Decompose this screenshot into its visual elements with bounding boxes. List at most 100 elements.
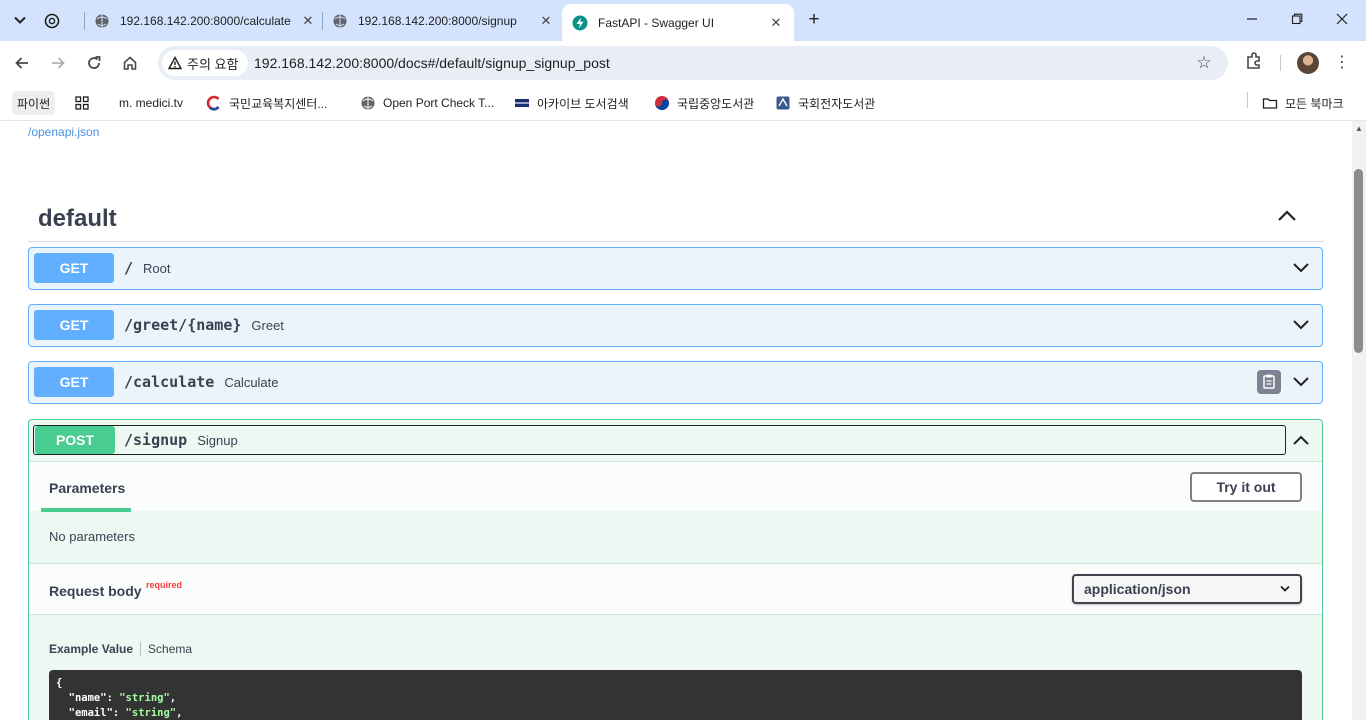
bookmark-archive-search[interactable]: 아카이브 도서검색 (514, 91, 629, 115)
fastapi-icon (572, 15, 588, 30)
operation-description: Signup (197, 433, 238, 448)
back-button[interactable] (10, 51, 34, 75)
minimize-button[interactable] (1242, 10, 1262, 30)
close-icon[interactable]: ✕ (300, 13, 316, 29)
bookmark-star-icon[interactable]: ☆ (1194, 53, 1214, 73)
tab-swagger[interactable]: FastAPI - Swagger UI ✕ (562, 4, 794, 41)
operation-summary[interactable]: GET /greet/{name} Greet (29, 305, 1322, 346)
address-bar[interactable]: 주의 요함 192.168.142.200:8000/docs#/default… (158, 46, 1228, 80)
globe-icon (361, 96, 375, 110)
bookmark-welfare-center[interactable]: 국민교육복지센터... (206, 91, 327, 115)
home-button[interactable] (118, 51, 142, 75)
section-title[interactable]: default (38, 205, 117, 233)
copy-path-button[interactable] (1257, 370, 1281, 394)
operation-path: /signup Signup (124, 431, 238, 449)
chevron-up-icon[interactable] (1276, 207, 1298, 223)
home-icon (123, 56, 137, 70)
profile-avatar[interactable] (1297, 52, 1319, 74)
scroll-up-arrow-icon[interactable]: ▲ (1353, 124, 1365, 134)
chevron-up-icon[interactable] (1292, 433, 1310, 447)
code-key: "name": (56, 692, 120, 704)
forward-button[interactable] (46, 51, 70, 75)
parameters-tab[interactable]: Parameters (49, 480, 125, 496)
window-close-button[interactable] (1332, 10, 1352, 30)
bookmark-medici[interactable]: m. medici.tv (119, 91, 183, 115)
operation-description: Root (143, 261, 171, 276)
code-brace: { (56, 677, 63, 689)
parameters-header: Parameters Try it out (29, 461, 1322, 512)
bookmarks-separator (1247, 92, 1248, 108)
active-tab-indicator (41, 508, 131, 512)
bookmark-label: 아카이브 도서검색 (537, 96, 629, 111)
close-icon[interactable]: ✕ (768, 15, 784, 31)
reload-button[interactable] (82, 51, 106, 75)
bookmark-label: 국민교육복지센터... (229, 96, 328, 111)
chevron-down-icon[interactable] (1292, 318, 1310, 332)
chevron-down-icon[interactable] (1292, 261, 1310, 275)
bookmark-open-port-check[interactable]: Open Port Check T... (360, 91, 494, 115)
tab-separator (84, 12, 85, 30)
archive-flag-icon (515, 99, 529, 107)
browser-toolbar: 주의 요함 192.168.142.200:8000/docs#/default… (0, 41, 1366, 85)
operation-description: Greet (251, 318, 284, 333)
required-flag: required (146, 580, 183, 590)
openai-icon (44, 13, 60, 28)
bookmark-assembly-library[interactable]: 국회전자도서관 (775, 91, 875, 115)
operation-path: /greet/{name} Greet (124, 316, 284, 334)
method-badge: GET (34, 253, 114, 283)
security-warning-chip[interactable]: 주의 요함 (162, 50, 249, 76)
tab-pinned[interactable] (44, 0, 78, 41)
operation-summary[interactable]: GET /calculate Calculate (29, 362, 1322, 403)
example-value-tab[interactable]: Example Value (49, 642, 133, 656)
code-line: { (56, 676, 1295, 691)
schema-tab[interactable]: Schema (148, 642, 192, 656)
close-icon[interactable]: ✕ (538, 13, 554, 29)
operation-get-root: GET / Root (28, 247, 1323, 290)
bookmark-python[interactable]: 파이썬 (12, 91, 56, 115)
method-badge: POST (35, 426, 115, 454)
extensions-icon[interactable] (1244, 51, 1264, 71)
chevron-down-icon[interactable] (1292, 375, 1310, 389)
operation-summary[interactable]: POST /signup Signup (33, 425, 1286, 455)
path-text: / (124, 259, 134, 277)
chevron-down-icon (14, 16, 26, 24)
all-bookmarks-button[interactable]: 모든 북마크 (1262, 91, 1344, 115)
code-punct: , (169, 692, 177, 704)
clipboard-icon (1263, 374, 1275, 389)
tab-signup[interactable]: 192.168.142.200:8000/signup ✕ (332, 0, 554, 41)
operation-summary[interactable]: GET / Root (29, 248, 1322, 289)
chevron-down-icon (1280, 585, 1290, 592)
apps-grid-icon (75, 96, 89, 110)
method-badge: GET (34, 310, 114, 340)
close-icon (1336, 13, 1348, 25)
url-text[interactable]: 192.168.142.200:8000/docs#/default/signu… (254, 55, 610, 71)
example-json-code[interactable]: { "name": "string", "email": "string", (49, 670, 1302, 720)
taegeuk-icon (655, 96, 669, 110)
code-punct: , (176, 707, 183, 719)
restore-button[interactable] (1287, 10, 1307, 30)
content-type-select[interactable]: application/json (1072, 574, 1302, 604)
bookmark-national-library[interactable]: 국립중앙도서관 (654, 91, 754, 115)
content-type-value: application/json (1084, 581, 1191, 597)
apps-button[interactable] (74, 91, 97, 115)
tab-search-button[interactable] (8, 8, 32, 32)
bookmark-label: m. medici.tv (119, 96, 184, 110)
method-badge: GET (34, 367, 114, 397)
code-string: "string" (119, 692, 170, 704)
no-parameters-text: No parameters (49, 529, 135, 544)
code-string: "string" (125, 707, 177, 719)
new-tab-button[interactable]: + (804, 10, 824, 30)
path-text: /signup (124, 431, 188, 449)
bookmark-label: Open Port Check T... (383, 96, 495, 110)
try-it-out-button[interactable]: Try it out (1190, 472, 1302, 502)
operation-get-greet: GET /greet/{name} Greet (28, 304, 1323, 347)
code-key: "email": (56, 707, 126, 719)
tab-title: 192.168.142.200:8000/signup (358, 13, 517, 28)
scrollbar-thumb[interactable] (1354, 169, 1363, 353)
globe-icon (333, 14, 347, 27)
tab-calculate[interactable]: 192.168.142.200:8000/calculate ✕ (94, 0, 316, 41)
globe-icon (95, 14, 109, 27)
warning-icon (168, 56, 182, 70)
openapi-json-link[interactable]: /openapi.json (28, 125, 99, 139)
more-menu-icon[interactable]: ⋮ (1334, 52, 1350, 74)
